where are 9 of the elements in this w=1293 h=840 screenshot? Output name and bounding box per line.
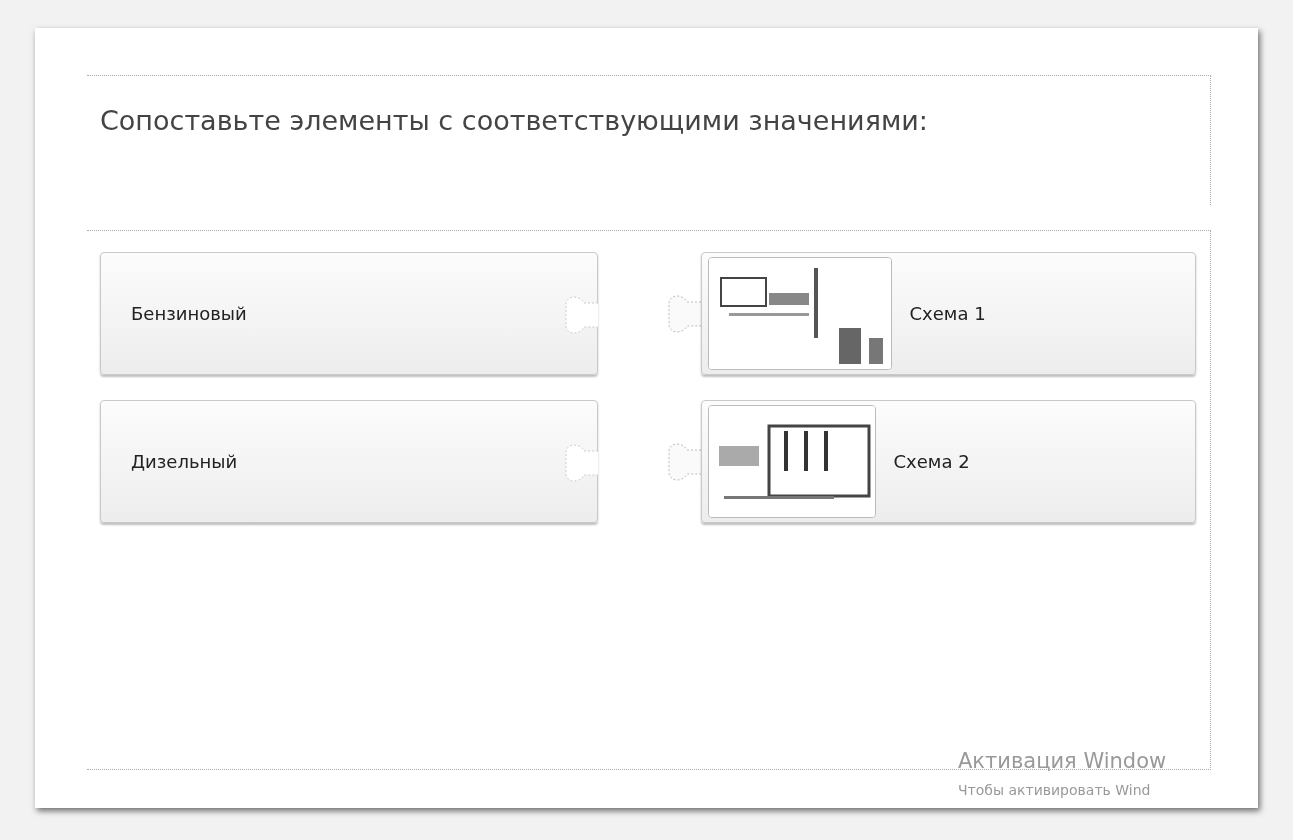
activation-text: Чтобы активировать Wind	[958, 780, 1152, 800]
question-title: Сопоставьте элементы с соответствующими значениями:	[100, 104, 929, 138]
answer-piece[interactable]: Бензиновый	[100, 252, 598, 375]
activation-title: Активация Window	[958, 748, 1167, 775]
match-piece[interactable]: Схема 2	[700, 400, 1196, 523]
answer-piece[interactable]: Дизельный	[100, 400, 598, 523]
match-piece[interactable]: Схема 1	[700, 252, 1196, 375]
match-label: Схема 2	[893, 450, 970, 474]
match-label: Схема 1	[909, 302, 986, 326]
